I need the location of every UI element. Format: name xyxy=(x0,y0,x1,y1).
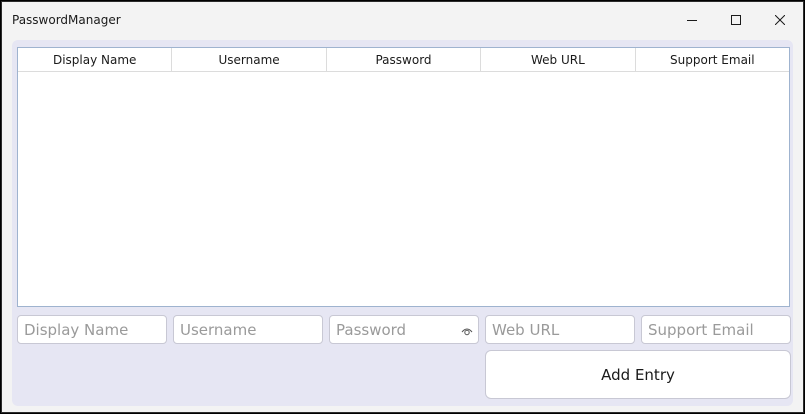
eye-icon[interactable] xyxy=(461,325,473,337)
column-header-display-name[interactable]: Display Name xyxy=(18,48,173,71)
column-header-support-email[interactable]: Support Email xyxy=(636,48,789,71)
support-email-input[interactable] xyxy=(642,316,790,343)
entries-table[interactable]: Display Name Username Password Web URL S… xyxy=(17,47,790,307)
main-panel: Display Name Username Password Web URL S… xyxy=(12,40,793,406)
display-name-input[interactable] xyxy=(18,316,166,343)
window-title: PasswordManager xyxy=(12,13,121,27)
minimize-button[interactable] xyxy=(670,2,714,38)
app-window: PasswordManager Display Name Username Pa… xyxy=(1,1,804,413)
maximize-icon xyxy=(731,15,741,25)
add-entry-button[interactable]: Add Entry xyxy=(485,350,791,399)
title-bar[interactable]: PasswordManager xyxy=(2,2,803,39)
minimize-icon xyxy=(687,20,697,21)
table-header: Display Name Username Password Web URL S… xyxy=(18,48,789,72)
maximize-button[interactable] xyxy=(714,2,758,38)
column-header-web-url[interactable]: Web URL xyxy=(481,48,636,71)
password-input[interactable] xyxy=(330,316,478,343)
close-icon xyxy=(775,15,785,25)
column-header-password[interactable]: Password xyxy=(327,48,482,71)
password-field[interactable] xyxy=(329,315,479,344)
column-header-username[interactable]: Username xyxy=(172,48,327,71)
display-name-field[interactable] xyxy=(17,315,167,344)
username-field[interactable] xyxy=(173,315,323,344)
web-url-input[interactable] xyxy=(486,316,634,343)
support-email-field[interactable] xyxy=(641,315,791,344)
close-button[interactable] xyxy=(758,2,802,38)
web-url-field[interactable] xyxy=(485,315,635,344)
username-input[interactable] xyxy=(174,316,322,343)
